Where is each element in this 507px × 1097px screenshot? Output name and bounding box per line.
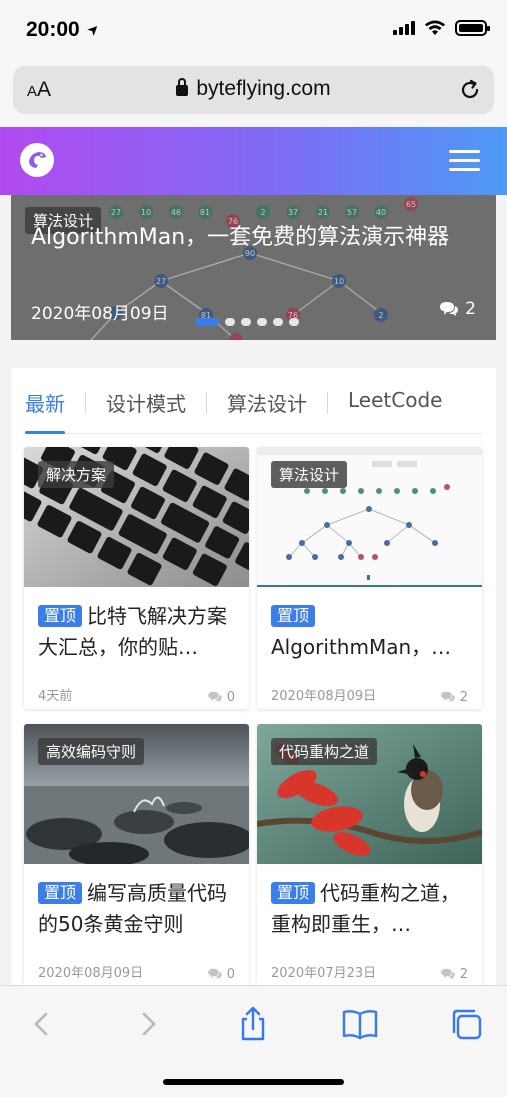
post-date: 4天前 — [38, 689, 73, 704]
eagle-icon — [29, 152, 46, 168]
tab-algorithm-design[interactable]: 算法设计 — [227, 386, 307, 433]
carousel-dot[interactable] — [289, 318, 299, 326]
site-logo[interactable] — [20, 143, 54, 177]
pinned-badge: 置顶 — [271, 605, 316, 627]
comment-icon — [440, 302, 459, 316]
reload-icon[interactable] — [458, 78, 482, 102]
home-indicator[interactable] — [163, 1079, 344, 1085]
post-card[interactable]: 高效编码守则 置顶 编写高质量代码的50条黄金守则 2020年08月09日 0 — [24, 724, 249, 986]
status-time: 20:00 — [26, 18, 80, 41]
post-category-badge[interactable]: 代码重构之道 — [271, 738, 378, 765]
post-comment-count: 0 — [207, 685, 235, 709]
post-title[interactable]: 置顶 代码重构之道，重构即重生，… — [257, 864, 482, 954]
post-thumbnail[interactable]: 代码重构之道 — [257, 724, 482, 864]
featured-carousel[interactable]: 27 10 46 81 76 2 37 21 57 40 65 90 27 10… — [11, 195, 496, 340]
carousel-dot[interactable] — [195, 318, 219, 326]
post-card[interactable]: 解决方案 置顶 比特飞解决方案大汇总，你的贴… 4天前 0 — [24, 447, 249, 709]
comment-number: 0 — [226, 966, 235, 982]
category-tabs: 最新 设计模式 算法设计 LeetCode — [25, 386, 482, 434]
pinned-badge: 置顶 — [38, 605, 83, 627]
comment-number: 0 — [226, 689, 235, 705]
post-comment-count: 2 — [440, 962, 468, 986]
post-thumbnail[interactable]: 算法设计 — [257, 447, 482, 587]
wifi-icon — [425, 20, 445, 35]
post-category-badge[interactable]: 高效编码守则 — [38, 738, 145, 765]
post-card[interactable]: 算法设计 置顶 AlgorithmMan，… 2020年08月09日 2 — [257, 447, 482, 709]
post-card[interactable]: 代码重构之道 置顶 代码重构之道，重构即重生，… 2020年07月23日 2 — [257, 724, 482, 986]
post-thumbnail[interactable]: 高效编码守则 — [24, 724, 249, 864]
post-title-text[interactable]: AlgorithmMan，… — [271, 635, 451, 659]
back-icon[interactable] — [22, 1004, 62, 1044]
browser-address-area: AA byteflying.com — [0, 58, 507, 126]
post-date: 2020年08月09日 — [38, 966, 144, 981]
tab-divider — [206, 392, 207, 414]
lock-icon — [176, 78, 189, 96]
banner-comment-count: 2 — [439, 299, 476, 319]
location-icon: ➤ — [84, 20, 104, 40]
post-meta: 4天前 0 — [24, 677, 249, 709]
bookmarks-icon[interactable] — [340, 1004, 380, 1044]
carousel-dot[interactable] — [273, 318, 283, 326]
tab-divider — [85, 392, 86, 414]
address-bar[interactable]: AA byteflying.com — [13, 66, 494, 114]
tab-divider — [327, 392, 328, 414]
carousel-dot[interactable] — [257, 318, 267, 326]
pinned-badge: 置顶 — [271, 882, 316, 904]
post-date: 2020年07月23日 — [271, 966, 377, 981]
post-meta: 2020年08月09日 2 — [257, 677, 482, 709]
tabs-icon[interactable] — [447, 1004, 487, 1044]
status-indicators — [393, 20, 490, 36]
post-list-panel: 最新 设计模式 算法设计 LeetCode 解决方案 置顶 比特飞解决方案大汇总… — [11, 368, 496, 1008]
share-icon[interactable] — [233, 1004, 273, 1044]
tab-design-patterns[interactable]: 设计模式 — [106, 386, 186, 433]
post-category-badge[interactable]: 解决方案 — [38, 461, 115, 488]
post-comment-count: 2 — [440, 685, 468, 709]
post-title[interactable]: 置顶 AlgorithmMan，… — [257, 587, 482, 677]
site-header — [0, 127, 507, 195]
post-meta: 2020年07月23日 2 — [257, 954, 482, 986]
cellular-signal-icon — [393, 21, 415, 35]
carousel-dot[interactable] — [225, 318, 235, 326]
carousel-indicator[interactable] — [195, 318, 299, 326]
pinned-badge: 置顶 — [38, 882, 83, 904]
banner-comment-number: 2 — [465, 299, 476, 319]
carousel-dot[interactable] — [241, 318, 251, 326]
comment-icon — [207, 968, 222, 980]
comment-icon — [440, 691, 455, 703]
post-title[interactable]: 置顶 编写高质量代码的50条黄金守则 — [24, 864, 249, 954]
tab-latest[interactable]: 最新 — [25, 386, 65, 434]
browser-toolbar — [0, 985, 507, 1097]
post-comment-count: 0 — [207, 962, 235, 986]
post-date: 2020年08月09日 — [271, 689, 377, 704]
banner-date: 2020年08月09日 — [31, 304, 169, 324]
battery-icon — [455, 20, 490, 36]
tab-leetcode[interactable]: LeetCode — [348, 386, 442, 433]
post-title[interactable]: 置顶 比特飞解决方案大汇总，你的贴… — [24, 587, 249, 677]
comment-icon — [207, 691, 222, 703]
comment-icon — [440, 968, 455, 980]
post-meta: 2020年08月09日 0 — [24, 954, 249, 986]
url-text: byteflying.com — [196, 77, 331, 100]
comment-number: 2 — [459, 966, 468, 982]
post-thumbnail[interactable]: 解决方案 — [24, 447, 249, 587]
menu-button[interactable] — [449, 150, 480, 172]
forward-icon[interactable] — [128, 1004, 168, 1044]
comment-number: 2 — [459, 689, 468, 705]
banner-title[interactable]: AlgorithmMan，一套免费的算法演示神器 — [31, 221, 481, 255]
url-display[interactable]: byteflying.com — [13, 77, 494, 101]
post-category-badge[interactable]: 算法设计 — [271, 461, 348, 488]
status-bar: 20:00 ➤ — [0, 0, 507, 58]
